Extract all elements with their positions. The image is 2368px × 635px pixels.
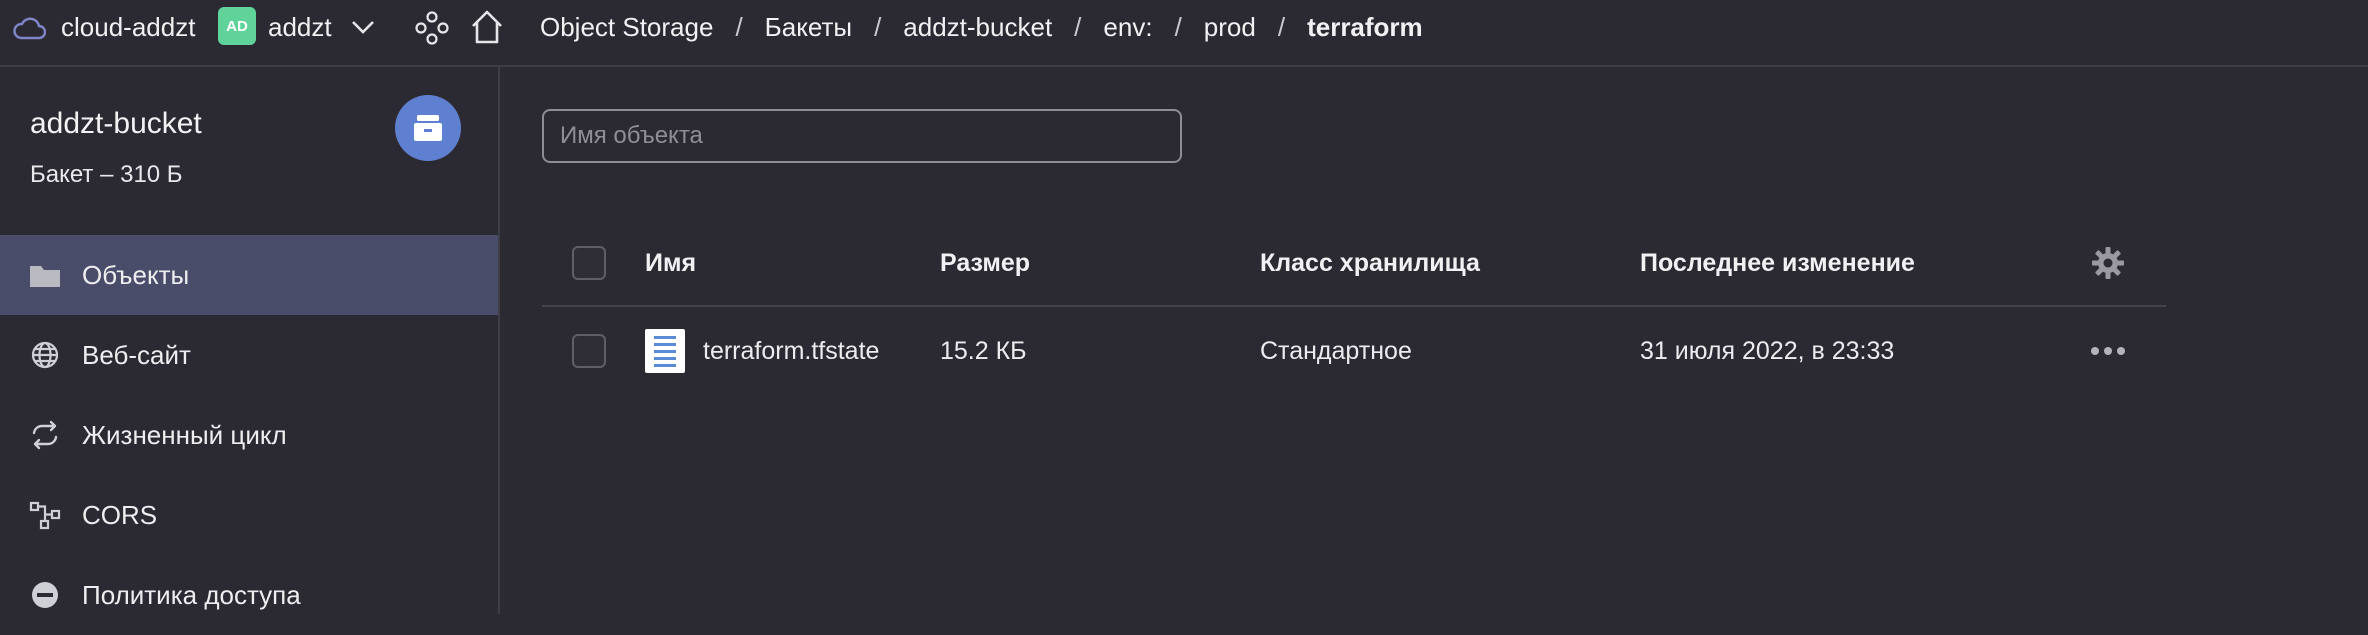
sidebar-item-objects[interactable]: Объекты	[0, 235, 498, 315]
cloud-icon[interactable]	[12, 14, 46, 42]
column-storage-class-header[interactable]: Класс хранилища	[1260, 219, 1480, 307]
breadcrumb-separator: /	[874, 12, 882, 42]
breadcrumb-prod[interactable]: prod	[1204, 10, 1256, 44]
column-modified-header[interactable]: Последнее изменение	[1640, 219, 1915, 307]
sidebar-item-lifecycle[interactable]: Жизненный цикл	[0, 395, 498, 475]
sidebar-item-website[interactable]: Веб-сайт	[0, 315, 498, 395]
bucket-title: addzt-bucket	[30, 107, 202, 140]
search-input[interactable]	[542, 109, 1182, 163]
table-row[interactable]: terraform.tfstate 15.2 КБ Стандартное 31…	[542, 307, 2166, 395]
breadcrumb: Object Storage / Бакеты / addzt-bucket /…	[540, 10, 1423, 44]
sidebar-item-label: CORS	[82, 499, 158, 530]
object-storage-class: Стандартное	[1260, 336, 1412, 365]
file-icon	[645, 329, 685, 373]
gear-icon[interactable]	[2090, 219, 2126, 307]
cors-icon	[28, 500, 62, 530]
cycle-icon	[28, 420, 62, 450]
globe-icon	[28, 340, 62, 370]
breadcrumb-separator: /	[1174, 12, 1182, 42]
table-header: Имя Размер Класс хранилища Последнее изм…	[542, 219, 2166, 307]
object-name[interactable]: terraform.tfstate	[703, 337, 879, 366]
select-all-checkbox[interactable]	[572, 246, 606, 280]
top-bar: cloud-addzt AD addzt Object Storage / Ба…	[0, 0, 2368, 67]
sidebar: addzt-bucket Бакет – 310 Б Объекты Веб-с…	[0, 67, 500, 614]
sidebar-item-label: Объекты	[82, 259, 190, 290]
breadcrumb-separator: /	[735, 12, 743, 42]
avatar[interactable]: AD	[218, 7, 256, 45]
object-modified: 31 июля 2022, в 23:33	[1640, 336, 1895, 365]
home-icon[interactable]	[469, 8, 505, 46]
sidebar-nav: Объекты Веб-сайт Жизненный цикл CORS Пол…	[0, 235, 498, 635]
breadcrumb-bucket[interactable]: addzt-bucket	[903, 10, 1052, 44]
bucket-size: Бакет – 310 Б	[30, 161, 183, 188]
user-name[interactable]: addzt	[268, 10, 332, 44]
cloud-name[interactable]: cloud-addzt	[61, 10, 195, 44]
sidebar-item-cors[interactable]: CORS	[0, 475, 498, 555]
column-size-header[interactable]: Размер	[940, 219, 1030, 307]
bucket-icon	[395, 95, 461, 161]
breadcrumb-object-storage[interactable]: Object Storage	[540, 10, 713, 44]
chevron-down-icon[interactable]	[350, 18, 376, 36]
breadcrumb-separator: /	[1277, 12, 1286, 42]
folder-icon	[28, 260, 62, 290]
sidebar-item-label: Веб-сайт	[82, 339, 191, 370]
breadcrumb-buckets[interactable]: Бакеты	[765, 10, 852, 44]
sidebar-item-access-policy[interactable]: Политика доступа	[0, 555, 498, 635]
main-content: Имя Размер Класс хранилища Последнее изм…	[500, 67, 2368, 614]
policy-icon	[28, 580, 62, 610]
services-icon[interactable]	[414, 10, 450, 46]
breadcrumb-separator: /	[1074, 12, 1082, 42]
breadcrumb-env[interactable]: env:	[1103, 10, 1152, 44]
object-name-cell[interactable]: terraform.tfstate	[645, 307, 879, 395]
row-checkbox[interactable]	[572, 334, 606, 368]
sidebar-item-label: Жизненный цикл	[82, 419, 287, 450]
column-name-header[interactable]: Имя	[645, 219, 696, 307]
breadcrumb-current: terraform	[1307, 12, 1423, 42]
objects-table: Имя Размер Класс хранилища Последнее изм…	[542, 219, 2166, 395]
more-actions-icon[interactable]	[2090, 307, 2126, 395]
object-size: 15.2 КБ	[940, 336, 1027, 365]
sidebar-item-label: Политика доступа	[82, 579, 301, 610]
